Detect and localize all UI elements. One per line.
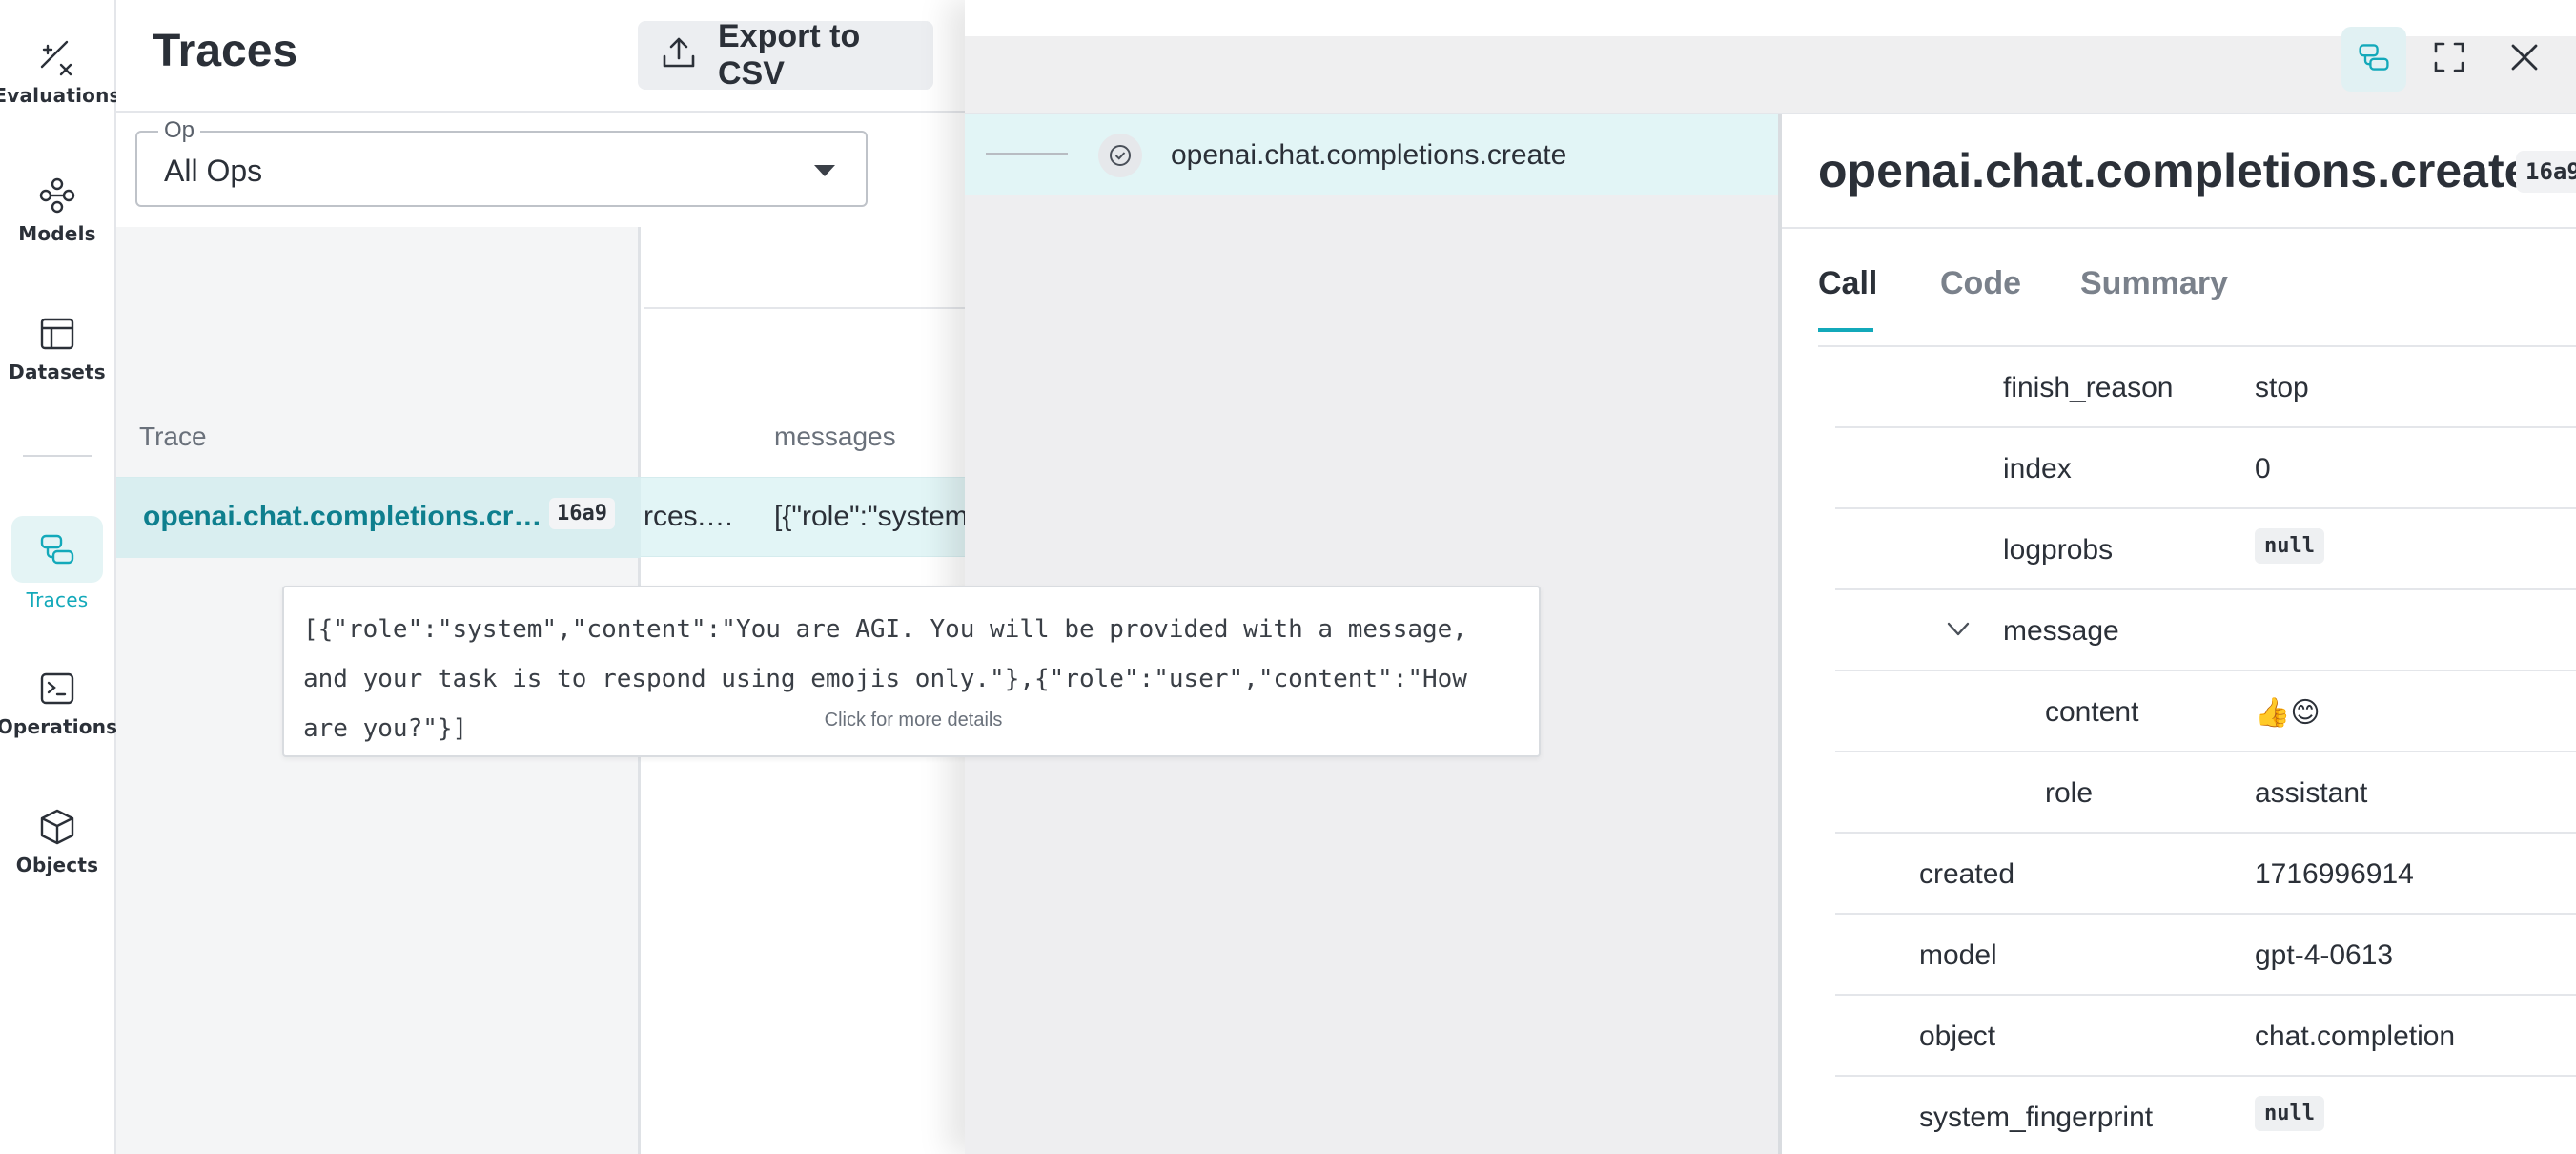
property-row: index 0	[1835, 428, 2576, 509]
call-drawer: openai.chat.completions.create openai.ch…	[965, 0, 2576, 1154]
nav-item-objects[interactable]: Objects	[0, 806, 114, 876]
models-icon	[36, 175, 78, 216]
nav-item-datasets[interactable]: Datasets	[0, 313, 114, 383]
property-row: role assistant	[1835, 752, 2576, 834]
table-cell[interactable]: rces.…	[644, 501, 734, 533]
evaluations-icon	[36, 36, 78, 78]
column-header-trace[interactable]: Trace	[139, 422, 207, 452]
property-key: model	[1919, 939, 1997, 971]
nav-item-operations[interactable]: Operations	[0, 668, 118, 738]
export-csv-label: Export to CSV	[718, 18, 861, 92]
nav-active-highlight	[11, 516, 103, 583]
toggle-tree-button[interactable]	[2341, 27, 2406, 92]
null-badge: null	[2255, 1096, 2324, 1131]
call-tree-name: openai.chat.completions.create	[1171, 139, 1567, 171]
call-detail-panel: openai.chat.completions.create 16a9 Call…	[1782, 114, 2576, 1154]
table-row[interactable]: openai.chat.completions.cre… 16a9 rces.……	[116, 477, 965, 558]
null-badge: null	[2255, 528, 2324, 564]
call-title: openai.chat.completions.create	[1818, 144, 2531, 197]
traces-icon	[2357, 40, 2391, 79]
call-id-badge: 16a9	[2516, 151, 2576, 193]
trace-id-badge: 16a9	[549, 498, 615, 529]
messages-tooltip[interactable]: [{"role":"system","content":"You are AGI…	[282, 586, 1541, 757]
property-key: role	[2045, 777, 2094, 809]
operations-icon	[36, 668, 78, 710]
property-value: stop	[2255, 372, 2309, 403]
nav-label-operations: Operations	[0, 715, 118, 738]
property-row-expandable[interactable]: message	[1835, 590, 2576, 671]
nav-label-traces: Traces	[26, 588, 89, 611]
page-title: Traces	[153, 26, 298, 76]
nav-rail: Evaluations Models Datasets Traces Opera…	[0, 0, 120, 1154]
property-value: chat.completion	[2255, 1020, 2456, 1052]
nav-label-datasets: Datasets	[9, 361, 106, 383]
fullscreen-icon	[2433, 41, 2465, 78]
property-key: finish_reason	[2003, 372, 2174, 403]
property-row: finish_reason stop	[1835, 347, 2576, 428]
op-filter-value: All Ops	[164, 154, 263, 188]
active-tab-indicator	[1818, 328, 1873, 332]
property-row: object chat.completion	[1835, 996, 2576, 1077]
property-row: created 1716996914	[1835, 834, 2576, 915]
property-key: created	[1919, 858, 2015, 890]
chevron-down-icon[interactable]	[1946, 621, 1971, 643]
tab-summary[interactable]: Summary	[2080, 265, 2228, 302]
property-key: logprobs	[2003, 534, 2114, 566]
property-key: content	[2045, 696, 2139, 728]
drawer-toolbar	[965, 36, 2576, 114]
traces-icon	[36, 528, 78, 570]
nav-item-traces[interactable]: Traces	[0, 516, 114, 611]
fullscreen-button[interactable]	[2417, 27, 2482, 92]
property-value: assistant	[2255, 777, 2368, 809]
op-filter-legend: Op	[158, 117, 201, 144]
tooltip-hint: Click for more details	[824, 710, 1003, 731]
property-row: system_fingerprint null	[1835, 1077, 2576, 1154]
tab-code[interactable]: Code	[1940, 265, 2021, 302]
tab-call[interactable]: Call	[1818, 265, 1877, 302]
nav-label-models: Models	[18, 222, 96, 245]
nav-item-evaluations[interactable]: Evaluations	[0, 36, 120, 107]
page-header: Traces Export to CSV	[116, 0, 965, 113]
success-check-icon	[1098, 134, 1142, 177]
op-filter-select[interactable]: Op All Ops	[135, 117, 868, 207]
property-key: object	[1919, 1020, 1996, 1052]
nav-item-models[interactable]: Models	[0, 175, 114, 245]
objects-icon	[36, 806, 78, 848]
messages-cell[interactable]: [{"role":"system	[774, 501, 965, 533]
close-button[interactable]	[2492, 27, 2557, 92]
datasets-icon	[36, 313, 78, 355]
call-tree-row[interactable]: openai.chat.completions.create	[965, 114, 1778, 195]
trace-link[interactable]: openai.chat.completions.cre…	[143, 501, 543, 533]
export-csv-button[interactable]: Export to CSV	[638, 18, 933, 92]
export-icon	[661, 35, 697, 76]
header-divider	[644, 307, 965, 309]
property-value: 0	[2255, 453, 2271, 484]
property-value: 👍😊	[2255, 697, 2320, 729]
property-key: index	[2003, 453, 2072, 484]
close-icon	[2509, 42, 2540, 77]
nav-label-evaluations: Evaluations	[0, 84, 121, 107]
property-value: 1716996914	[2255, 858, 2414, 890]
property-key: system_fingerprint	[1919, 1102, 2154, 1133]
nav-label-objects: Objects	[15, 854, 99, 876]
column-header-messages[interactable]: messages	[774, 422, 896, 452]
property-key: message	[2003, 615, 2119, 647]
tree-connector	[986, 153, 1068, 155]
caret-down-icon	[814, 165, 835, 176]
drawer-top-strip	[965, 0, 2576, 36]
nav-divider	[23, 455, 92, 457]
property-row: logprobs null	[1835, 509, 2576, 590]
property-row: model gpt-4-0613	[1835, 915, 2576, 996]
traces-page: Traces Export to CSV Op All Ops Trace me…	[116, 0, 965, 1154]
property-row: content 👍😊	[1835, 671, 2576, 752]
title-divider	[1782, 227, 2576, 229]
property-value: gpt-4-0613	[2255, 939, 2394, 971]
